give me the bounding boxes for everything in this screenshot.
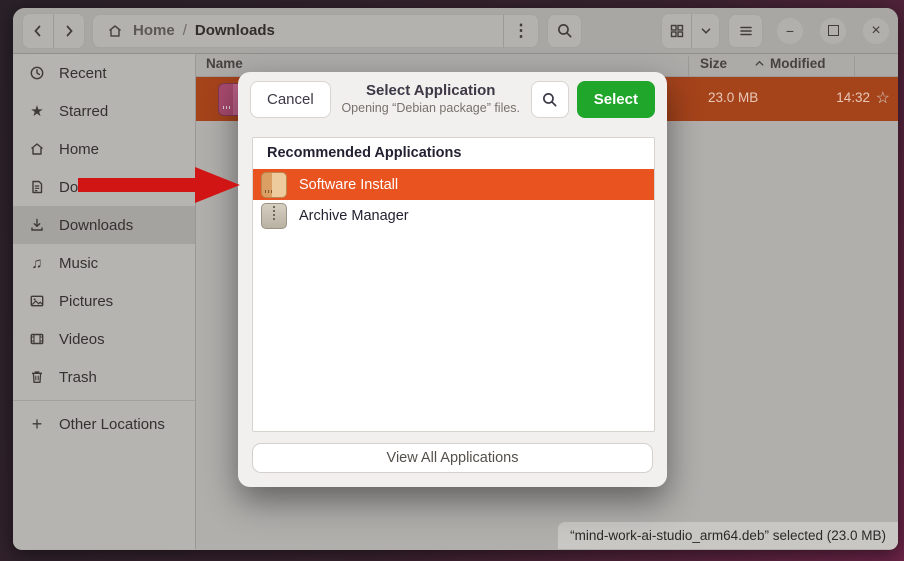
breadcrumb[interactable]: Home / Downloads ⋮ (92, 14, 539, 48)
search-icon (541, 91, 558, 108)
home-icon (106, 23, 124, 39)
red-arrow-annotation (78, 163, 240, 207)
favorite-star-icon[interactable]: ☆ (876, 88, 890, 108)
app-name: Archive Manager (299, 208, 409, 224)
sidebar-item-label: Starred (59, 103, 108, 120)
sidebar-item-label: Downloads (59, 217, 133, 234)
sidebar-item-trash[interactable]: Trash (13, 358, 195, 396)
grid-icon (669, 23, 685, 39)
column-divider (688, 56, 689, 78)
sidebar-item-downloads[interactable]: Downloads (13, 206, 195, 244)
sidebar-item-label: Music (59, 255, 98, 272)
chevron-down-icon (699, 24, 713, 38)
minimize-icon: − (786, 23, 794, 39)
picture-icon (28, 293, 46, 309)
star-icon: ★ (28, 104, 46, 119)
column-header-modified[interactable]: Modified (770, 56, 826, 71)
chevron-left-icon (30, 23, 46, 39)
close-icon: × (871, 23, 880, 39)
sidebar-item-videos[interactable]: Videos (13, 320, 195, 358)
select-button[interactable]: Select (577, 81, 655, 118)
back-button[interactable] (23, 14, 53, 48)
status-bar: “mind-work-ai-studio_arm64.deb” selected… (557, 521, 898, 549)
maximize-button[interactable] (820, 18, 846, 44)
search-button[interactable] (547, 14, 582, 48)
desktop-background: Home / Downloads ⋮ (0, 0, 904, 561)
minimize-button[interactable]: − (777, 18, 803, 44)
breadcrumb-separator: / (183, 22, 187, 39)
status-text: “mind-work-ai-studio_arm64.deb” selected… (570, 528, 886, 543)
view-all-applications-button[interactable]: View All Applications (252, 443, 653, 473)
software-install-icon (261, 172, 287, 198)
view-switcher (661, 13, 720, 49)
home-icon (28, 141, 46, 157)
section-header: Recommended Applications (253, 138, 654, 169)
sidebar-item-label: Pictures (59, 293, 113, 310)
archive-manager-icon (261, 203, 287, 229)
column-header-name[interactable]: Name (206, 56, 243, 71)
sidebar-item-other-locations[interactable]: + Other Locations (13, 405, 195, 443)
app-row-archive-manager[interactable]: Archive Manager (253, 200, 654, 231)
view-options-button[interactable] (692, 14, 719, 48)
dialog-subtitle: Opening “Debian package” files. (331, 101, 531, 117)
clock-icon (28, 65, 46, 81)
column-divider (854, 56, 855, 78)
forward-button[interactable] (54, 14, 84, 48)
sidebar-item-starred[interactable]: ★ Starred (13, 92, 195, 130)
sidebar-separator (13, 400, 195, 401)
file-modified-time: 14:32 (836, 90, 870, 105)
path-menu-button[interactable]: ⋮ (504, 14, 538, 48)
chevron-right-icon (61, 23, 77, 39)
breadcrumb-home[interactable]: Home (133, 22, 175, 39)
main-menu-button[interactable] (728, 14, 763, 48)
hamburger-icon (738, 23, 754, 39)
sort-ascending-icon (754, 58, 765, 69)
dialog-titles: Select Application Opening “Debian packa… (331, 82, 531, 116)
dialog-title: Select Application (331, 82, 531, 101)
sidebar-item-label: Home (59, 141, 99, 158)
sidebar-item-label: Recent (59, 65, 107, 82)
navigation-buttons (22, 13, 85, 49)
app-name: Software Install (299, 177, 398, 193)
dialog-search-button[interactable] (531, 81, 569, 118)
column-header-size[interactable]: Size (700, 56, 727, 71)
sidebar-item-pictures[interactable]: Pictures (13, 282, 195, 320)
headerbar: Home / Downloads ⋮ (13, 8, 898, 54)
sidebar-item-label: Other Locations (59, 416, 165, 433)
sidebar: Recent ★ Starred Home Documents (13, 54, 196, 549)
download-icon (28, 217, 46, 233)
breadcrumb-current[interactable]: Downloads (195, 22, 275, 39)
sidebar-item-label: Videos (59, 331, 105, 348)
sidebar-item-recent[interactable]: Recent (13, 54, 195, 92)
application-list: Recommended Applications Software Instal… (252, 137, 655, 432)
search-icon (556, 22, 573, 39)
grid-view-button[interactable] (662, 14, 692, 48)
document-icon (28, 179, 46, 195)
kebab-icon: ⋮ (513, 21, 530, 40)
trash-icon (28, 369, 46, 385)
dialog-header: Cancel Select Application Opening “Debia… (238, 72, 667, 127)
sidebar-item-music[interactable]: ♫ Music (13, 244, 195, 282)
sidebar-item-label: Trash (59, 369, 97, 386)
cancel-button[interactable]: Cancel (250, 81, 331, 118)
plus-icon: + (28, 415, 46, 433)
file-size: 23.0 MB (708, 90, 758, 105)
close-button[interactable]: × (863, 18, 889, 44)
maximize-icon (828, 25, 839, 36)
film-icon (28, 331, 46, 347)
app-row-software-install[interactable]: Software Install (253, 169, 654, 200)
window-controls: − × (777, 18, 889, 44)
music-note-icon: ♫ (28, 256, 46, 271)
select-application-dialog: Cancel Select Application Opening “Debia… (238, 72, 667, 487)
